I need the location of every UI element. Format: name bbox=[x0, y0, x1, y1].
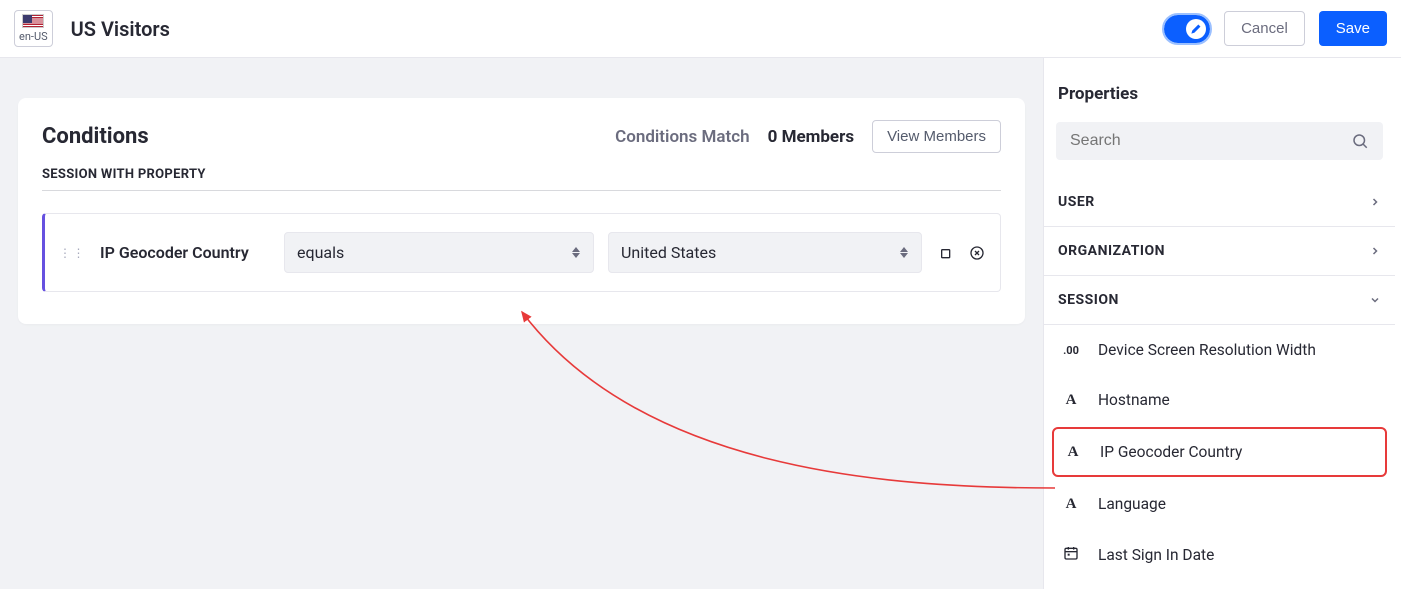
conditions-match-label: Conditions Match bbox=[615, 127, 750, 147]
condition-property-label: IP Geocoder Country bbox=[100, 243, 270, 262]
view-members-button[interactable]: View Members bbox=[872, 120, 1001, 153]
conditions-title: Conditions bbox=[42, 124, 149, 149]
properties-panel: Properties USER ORGANIZATION bbox=[1043, 58, 1401, 589]
search-input[interactable] bbox=[1070, 132, 1351, 150]
condition-row: ⋮⋮ IP Geocoder Country equals United Sta… bbox=[42, 213, 1001, 292]
chevron-right-icon bbox=[1369, 196, 1381, 208]
value-select[interactable]: United States bbox=[608, 232, 922, 273]
calendar-icon bbox=[1063, 545, 1079, 561]
operator-select[interactable]: equals bbox=[284, 232, 594, 273]
property-item-highlighted[interactable]: A IP Geocoder Country bbox=[1052, 427, 1387, 477]
conditions-header-right: Conditions Match 0 Members View Members bbox=[615, 120, 1001, 153]
property-item[interactable]: .00 Device Screen Resolution Width bbox=[1044, 325, 1395, 375]
conditions-card-header: Conditions Conditions Match 0 Members Vi… bbox=[42, 120, 1001, 153]
cancel-button[interactable]: Cancel bbox=[1224, 11, 1305, 46]
save-button[interactable]: Save bbox=[1319, 11, 1387, 46]
pencil-icon bbox=[1191, 23, 1202, 34]
chevron-right-icon bbox=[1369, 245, 1381, 257]
duplicate-button[interactable] bbox=[936, 244, 954, 262]
group-session-label: SESSION bbox=[1058, 292, 1119, 308]
text-type-icon: A bbox=[1062, 392, 1080, 409]
property-label: Language bbox=[1098, 495, 1166, 513]
properties-search[interactable] bbox=[1056, 122, 1383, 160]
active-toggle[interactable] bbox=[1164, 15, 1210, 43]
group-user[interactable]: USER bbox=[1044, 178, 1395, 227]
header-actions: Cancel Save bbox=[1164, 11, 1387, 46]
property-label: Device Screen Resolution Width bbox=[1098, 341, 1316, 359]
page-title: US Visitors bbox=[71, 17, 1164, 41]
select-caret-icon bbox=[571, 247, 581, 258]
locale-badge[interactable]: en-US bbox=[14, 10, 53, 47]
page-header: en-US US Visitors Cancel Save bbox=[0, 0, 1401, 58]
property-label: Hostname bbox=[1098, 391, 1170, 409]
toggle-knob bbox=[1186, 19, 1206, 39]
select-caret-icon bbox=[899, 247, 909, 258]
drag-handle-icon[interactable]: ⋮⋮ bbox=[59, 247, 86, 259]
chevron-down-icon bbox=[1369, 294, 1381, 306]
body-row: Conditions Conditions Match 0 Members Vi… bbox=[0, 58, 1401, 589]
text-type-icon: A bbox=[1062, 496, 1080, 513]
flag-us-icon bbox=[22, 14, 44, 28]
group-organization-label: ORGANIZATION bbox=[1058, 243, 1165, 259]
copy-icon bbox=[937, 245, 953, 261]
property-item[interactable]: A Language bbox=[1044, 479, 1395, 529]
close-circle-icon bbox=[969, 245, 985, 261]
group-session[interactable]: SESSION bbox=[1044, 276, 1395, 325]
property-label: Last Sign In Date bbox=[1098, 546, 1214, 564]
group-user-label: USER bbox=[1058, 194, 1095, 210]
value-text: United States bbox=[621, 243, 716, 262]
section-label: SESSION WITH PROPERTY bbox=[42, 167, 1001, 191]
property-item[interactable]: Last Sign In Date bbox=[1044, 529, 1395, 581]
group-organization[interactable]: ORGANIZATION bbox=[1044, 227, 1395, 276]
session-properties-list: .00 Device Screen Resolution Width A Hos… bbox=[1044, 325, 1395, 581]
properties-title: Properties bbox=[1044, 84, 1395, 122]
main-content: Conditions Conditions Match 0 Members Vi… bbox=[0, 58, 1043, 589]
locale-code: en-US bbox=[19, 30, 48, 43]
text-type-icon: A bbox=[1064, 444, 1082, 461]
property-label: IP Geocoder Country bbox=[1100, 443, 1242, 461]
date-type-icon bbox=[1062, 545, 1080, 565]
conditions-card: Conditions Conditions Match 0 Members Vi… bbox=[18, 98, 1025, 324]
delete-button[interactable] bbox=[968, 244, 986, 262]
search-icon bbox=[1351, 132, 1369, 150]
number-type-icon: .00 bbox=[1062, 344, 1080, 357]
conditions-match-count: 0 Members bbox=[768, 127, 854, 147]
property-item[interactable]: A Hostname bbox=[1044, 375, 1395, 425]
operator-value: equals bbox=[297, 243, 344, 262]
